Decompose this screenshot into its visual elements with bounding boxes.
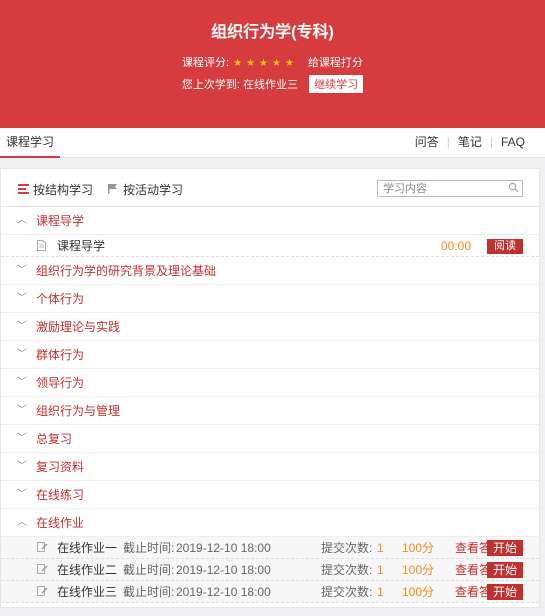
start-button[interactable]: 开始 [487,562,523,578]
chevron-down-icon: ﹀ [17,461,27,472]
tab-notes[interactable]: 笔记 [450,135,490,149]
assignment-icon [37,542,48,552]
assignment-icon [37,564,48,574]
chapter-label: 个体行为 [36,292,85,306]
chevron-up-icon: ︿ [17,215,27,226]
score-value: 100分 [402,541,435,555]
read-button[interactable]: 阅读 [487,239,523,254]
submit-count-value: 1 [377,585,384,599]
homework-row: 在线作业二 截止时间: 2019-12-10 18:00 提交次数: 1 100… [1,559,539,581]
deadline-label: 截止时间: [123,541,175,555]
chevron-down-icon: ﹀ [17,489,27,500]
chevron-down-icon: ﹀ [17,349,27,360]
chevron-down-icon: ﹀ [17,377,27,388]
tab-right-group: 问答 | 笔记 | FAQ [407,128,533,158]
chapter-leadership[interactable]: ﹀ 领导行为 [1,369,539,397]
rating-row: 课程评分: ★★★★★ 给课程打分 [0,54,545,70]
view-answer-link[interactable]: 查看答 [455,537,489,559]
chapter-individual-behavior[interactable]: ﹀ 个体行为 [1,285,539,313]
continue-learning-button[interactable]: 继续学习 [309,75,364,93]
chapter-label: 课程导学 [36,214,85,228]
start-button[interactable]: 开始 [487,584,523,600]
last-studied-label: 您上次学到: [181,79,240,91]
intro-item-name: 课程导学 [57,239,106,253]
chevron-up-icon: ︿ [17,517,27,528]
chevron-down-icon: ﹀ [17,321,27,332]
rating-label: 课程评分: [182,57,230,69]
chapter-label: 总复习 [36,432,73,446]
chapter-group-behavior[interactable]: ﹀ 群体行为 [1,341,539,369]
rate-course-link[interactable]: 给课程打分 [308,57,363,69]
chevron-down-icon: ﹀ [17,405,27,416]
submit-count-value: 1 [377,541,384,555]
course-banner: 组织行为学(专科) 课程评分: ★★★★★ 给课程打分 您上次学到: 在线作业三 继… [0,0,545,128]
score-value: 100分 [402,563,435,577]
chevron-down-icon: ﹀ [17,293,27,304]
chapter-review[interactable]: ﹀ 总复习 [1,425,539,453]
chapter-motivation[interactable]: ﹀ 激励理论与实践 [1,313,539,341]
search-input[interactable] [378,181,498,197]
search-icon[interactable] [508,182,519,193]
submit-count-value: 1 [377,563,384,577]
submit-count-label: 提交次数: [321,563,373,577]
tab-course-learning[interactable]: 课程学习 [0,128,61,158]
homework-row: 在线作业三 截止时间: 2019-12-10 18:00 提交次数: 1 100… [1,581,539,603]
last-studied-item: 在线作业三 [243,79,299,91]
view-toolbar: 按结构学习 按活动学习 [1,169,539,207]
chevron-down-icon: ﹀ [17,265,27,276]
chapter-label: 领导行为 [36,376,85,390]
score-value: 100分 [402,585,435,599]
course-content-panel: 按结构学习 按活动学习 ︿ 课程导学 课程导学 00:00 阅读 ﹀ 组织行为学… [0,168,540,608]
chapter-online-homework[interactable]: ︿ 在线作业 [1,509,539,537]
view-by-activity-label: 按活动学习 [123,183,184,197]
chapter-online-practice[interactable]: ﹀ 在线练习 [1,481,539,509]
assignment-icon [37,586,48,596]
submit-count-label: 提交次数: [321,541,373,555]
view-by-activity-button[interactable]: 按活动学习 [107,181,183,198]
chapter-research-background[interactable]: ﹀ 组织行为学的研究背景及理论基础 [1,257,539,285]
rating-stars-icon[interactable]: ★★★★★ [233,58,298,69]
tab-qa[interactable]: 问答 [407,135,447,149]
homework-row: 在线作业一 截止时间: 2019-12-10 18:00 提交次数: 1 100… [1,537,539,559]
deadline-value: 2019-12-10 18:00 [176,541,271,555]
course-title: 组织行为学(专科) [211,24,334,41]
submit-count-label: 提交次数: [321,585,373,599]
chapter-label: 组织行为与管理 [36,404,121,418]
chapter-label: 在线练习 [36,488,85,502]
chapter-label: 群体行为 [36,348,85,362]
document-icon [37,240,46,251]
view-answer-link[interactable]: 查看答 [455,559,489,581]
chapter-course-intro[interactable]: ︿ 课程导学 [1,207,539,235]
homework-name: 在线作业一 [57,541,118,555]
view-by-structure-label: 按结构学习 [33,183,94,197]
search-box [377,180,523,197]
tab-bar: 课程学习 问答 | 笔记 | FAQ [0,128,545,158]
list-icon [17,183,29,197]
view-answer-link[interactable]: 查看答 [455,581,489,603]
intro-item-time: 00:00 [441,239,472,253]
view-by-structure-button[interactable]: 按结构学习 [17,181,93,198]
deadline-value: 2019-12-10 18:00 [176,563,271,577]
chevron-down-icon: ﹀ [17,433,27,444]
last-studied-row: 您上次学到: 在线作业三 继续学习 [0,75,545,93]
flag-icon [107,183,119,197]
intro-item-row[interactable]: 课程导学 00:00 阅读 [1,235,539,257]
homework-name: 在线作业三 [57,585,118,599]
chapter-org-management[interactable]: ﹀ 组织行为与管理 [1,397,539,425]
chapter-label: 激励理论与实践 [36,320,121,334]
homework-name: 在线作业二 [57,563,118,577]
chapter-label: 组织行为学的研究背景及理论基础 [36,264,217,278]
deadline-label: 截止时间: [123,585,175,599]
deadline-label: 截止时间: [123,563,175,577]
deadline-value: 2019-12-10 18:00 [176,585,271,599]
chapter-review-materials[interactable]: ﹀ 复习资料 [1,453,539,481]
chapter-label: 在线作业 [36,516,85,530]
chapter-label: 复习资料 [36,460,85,474]
tab-faq[interactable]: FAQ [493,135,533,149]
start-button[interactable]: 开始 [487,540,523,556]
